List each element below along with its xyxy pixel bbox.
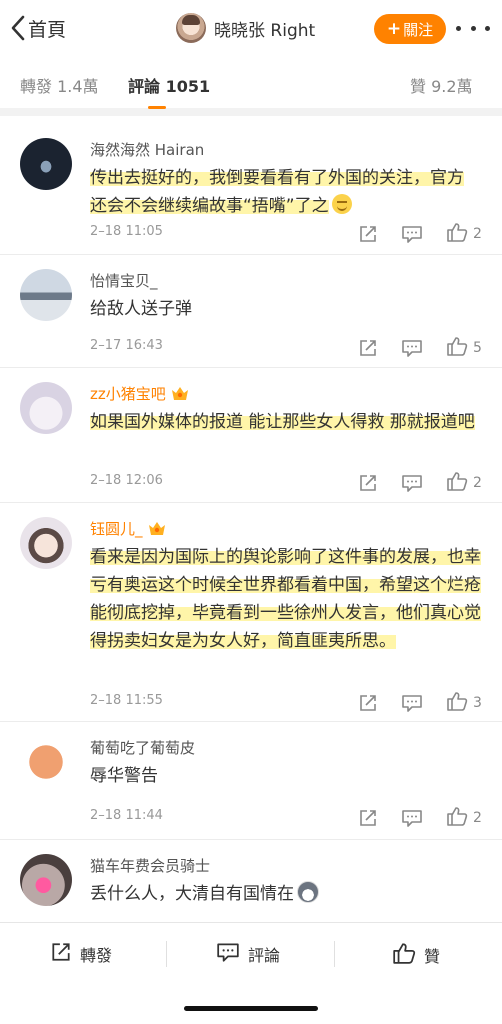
share-icon[interactable]: [358, 338, 378, 358]
comment-username[interactable]: 怡情宝贝_: [90, 270, 158, 291]
plus-icon: +: [386, 19, 402, 39]
like-count: 5: [473, 340, 482, 356]
like-button[interactable]: 5: [446, 335, 482, 361]
comment-timestamp: 2–18 11:55: [90, 693, 163, 708]
comment-label: 評論: [248, 946, 281, 965]
comment-item: 海然海然 Hairan 传出去挺好的，我倒要看看有了外国的关注，官方还会不会继续…: [0, 124, 502, 255]
avatar[interactable]: [20, 269, 72, 321]
like-button[interactable]: 2: [446, 805, 482, 831]
avatar[interactable]: [20, 138, 72, 190]
reply-icon[interactable]: [401, 338, 423, 358]
reply-icon[interactable]: [401, 473, 423, 493]
comment-text: 如果国外媒体的报道 能让那些女人得救 那就报道吧: [90, 408, 485, 436]
thumbs-up-icon: [446, 221, 468, 247]
profile-title[interactable]: 晓晓张 Right: [176, 12, 315, 44]
like-button[interactable]: 贊: [392, 941, 440, 969]
comment-username[interactable]: 钰圆儿_: [90, 518, 166, 539]
like-button[interactable]: 2: [446, 470, 482, 496]
reply-icon[interactable]: [401, 693, 423, 713]
tab-likes[interactable]: 贊 9.2萬: [410, 73, 473, 97]
repost-button[interactable]: 轉發: [50, 941, 112, 967]
comment-text: 传出去挺好的，我倒要看看有了外国的关注，官方还会不会继续编故事“捂嘴”了之: [90, 164, 480, 220]
comment-actions: 2: [358, 221, 482, 247]
active-tab-indicator: [148, 106, 166, 109]
comment-actions: 5: [358, 335, 482, 361]
reply-icon[interactable]: [401, 224, 423, 244]
page-title: 晓晓张 Right: [214, 20, 316, 41]
smile-emoji-icon: [331, 194, 352, 214]
home-indicator[interactable]: [184, 1006, 318, 1011]
share-icon[interactable]: [358, 808, 378, 828]
comment-item: 怡情宝贝_ 给敌人送子弹 2–17 16:43 5: [0, 255, 502, 368]
comment-text: 给敌人送子弹: [90, 295, 485, 323]
avatar[interactable]: [20, 854, 72, 906]
comment-timestamp: 2–18 11:44: [90, 808, 163, 823]
tab-repost[interactable]: 轉發 1.4萬: [20, 73, 99, 97]
thumbs-up-icon: [446, 470, 468, 496]
divider: [334, 941, 335, 967]
reply-icon[interactable]: [401, 808, 423, 828]
tab-bar: 轉發 1.4萬 評論 1051 贊 9.2萬: [0, 56, 502, 116]
comment-text: 看来是因为国际上的舆论影响了这件事的发展，也幸亏有奥运这个时候全世界都看着中国，…: [90, 543, 485, 655]
like-count: 2: [473, 475, 482, 491]
top-bar: 首頁 晓晓张 Right + 關注: [0, 0, 502, 56]
comment-item: 猫车年费会员骑士 丢什么人，大清自有国情在: [0, 840, 502, 922]
share-icon[interactable]: [358, 224, 378, 244]
more-options-icon[interactable]: [456, 16, 490, 40]
like-count: 2: [473, 226, 482, 242]
comment-username[interactable]: 海然海然 Hairan: [90, 139, 204, 160]
follow-button[interactable]: + 關注: [374, 14, 446, 44]
husky-emoji-icon: [297, 881, 319, 903]
back-button[interactable]: 首頁: [10, 14, 66, 42]
follow-label: 關注: [403, 20, 434, 39]
chevron-left-icon: [10, 15, 26, 41]
like-label: 贊: [424, 947, 441, 966]
avatar[interactable]: [20, 736, 72, 788]
like-count: 3: [473, 695, 482, 711]
comment-username[interactable]: 葡萄吃了葡萄皮: [90, 737, 195, 758]
avatar[interactable]: [176, 13, 206, 43]
thumbs-up-icon: [446, 805, 468, 831]
thumbs-up-icon: [446, 690, 468, 716]
comment-button[interactable]: 評論: [216, 941, 280, 967]
comment-body: 丢什么人，大清自有国情在: [90, 884, 294, 904]
comment-timestamp: 2–18 12:06: [90, 473, 163, 488]
like-button[interactable]: 2: [446, 221, 482, 247]
comment-actions: 2: [358, 805, 482, 831]
crown-badge-icon: [171, 387, 188, 400]
comment-timestamp: 2–18 11:05: [90, 224, 163, 239]
comment-body: 辱华警告: [90, 766, 158, 786]
divider: [166, 941, 167, 967]
share-icon[interactable]: [358, 473, 378, 493]
comment-body: 如果国外媒体的报道 能让那些女人得救 那就报道吧: [90, 412, 475, 432]
comment-icon: [216, 941, 240, 967]
comment-body: 给敌人送子弹: [90, 299, 192, 319]
comment-username[interactable]: 猫车年费会员骑士: [90, 855, 210, 876]
comment-text: 辱华警告: [90, 762, 485, 790]
comment-text: 丢什么人，大清自有国情在: [90, 880, 485, 908]
share-icon: [50, 941, 72, 967]
thumbs-up-icon: [446, 335, 468, 361]
avatar[interactable]: [20, 382, 72, 434]
avatar[interactable]: [20, 517, 72, 569]
comment-body: 看来是因为国际上的舆论影响了这件事的发展，也幸亏有奥运这个时候全世界都看着中国，…: [90, 547, 481, 651]
tab-comments[interactable]: 評論 1051: [128, 73, 210, 97]
comment-item: zz小猪宝吧 如果国外媒体的报道 能让那些女人得救 那就报道吧 2–18 12:…: [0, 368, 502, 503]
like-button[interactable]: 3: [446, 690, 482, 716]
comment-item: 钰圆儿_ 看来是因为国际上的舆论影响了这件事的发展，也幸亏有奥运这个时候全世界都…: [0, 503, 502, 722]
thumbs-up-icon: [392, 941, 416, 969]
crown-badge-icon: [148, 522, 165, 535]
comment-body: 传出去挺好的，我倒要看看有了外国的关注，官方还会不会继续编故事“捂嘴”了之: [90, 168, 464, 216]
comment-actions: 2: [358, 470, 482, 496]
repost-label: 轉發: [80, 946, 113, 965]
like-count: 2: [473, 810, 482, 826]
comment-actions: 3: [358, 690, 482, 716]
comment-username[interactable]: zz小猪宝吧: [90, 383, 189, 404]
comment-timestamp: 2–17 16:43: [90, 338, 163, 353]
back-label: 首頁: [28, 18, 67, 41]
comment-item: 葡萄吃了葡萄皮 辱华警告 2–18 11:44 2: [0, 722, 502, 840]
share-icon[interactable]: [358, 693, 378, 713]
